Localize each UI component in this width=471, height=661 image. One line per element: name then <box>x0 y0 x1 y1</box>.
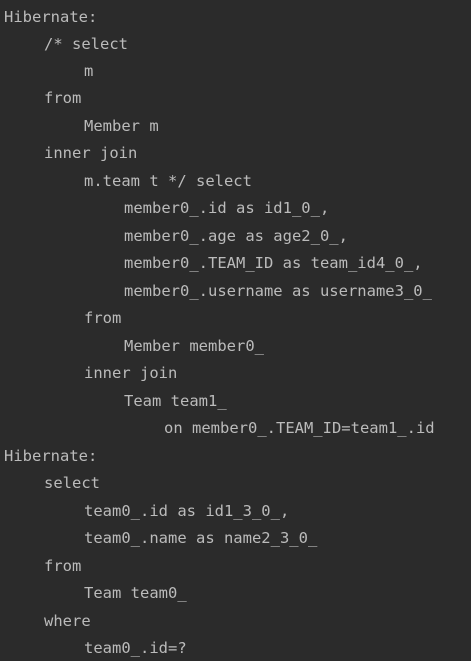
log-line: m.team t */ select <box>84 172 252 190</box>
log-line: from <box>44 557 82 575</box>
log-line: where <box>44 612 91 630</box>
log-line: member0_.age as age2_0_, <box>124 227 348 245</box>
log-line: on member0_.TEAM_ID=team1_.id <box>164 419 435 437</box>
log-line: team0_.id=? <box>84 639 187 657</box>
log-line: from <box>84 309 122 327</box>
log-line: from <box>44 89 82 107</box>
log-line: member0_.TEAM_ID as team_id4_0_, <box>124 254 423 272</box>
log-line: select <box>44 474 100 492</box>
log-line: team0_.id as id1_3_0_, <box>84 502 290 520</box>
log-line: inner join <box>44 144 138 162</box>
console-output[interactable]: Hibernate: /* select m from Member m inn… <box>0 0 471 661</box>
log-line: m <box>84 62 94 80</box>
log-line: Hibernate: <box>4 447 98 465</box>
log-line: /* select <box>44 35 128 53</box>
log-line: member0_.id as id1_0_, <box>124 199 330 217</box>
log-line: Member m <box>84 117 159 135</box>
log-line: Team team1_ <box>124 392 227 410</box>
log-line: Team team0_ <box>84 584 187 602</box>
log-line: inner join <box>84 364 178 382</box>
log-line: Member member0_ <box>124 337 264 355</box>
log-line: team0_.name as name2_3_0_ <box>84 529 318 547</box>
log-line: Hibernate: <box>4 8 98 26</box>
log-line: member0_.username as username3_0_ <box>124 282 432 300</box>
